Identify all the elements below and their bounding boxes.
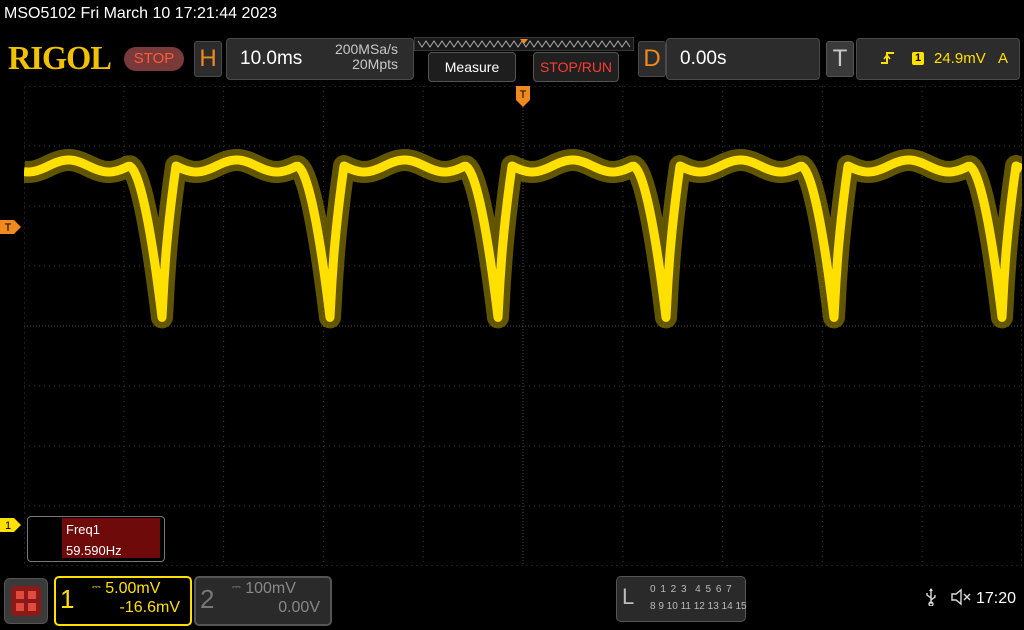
memory-depth: 20Mpts: [352, 56, 398, 72]
window-title: MSO5102 Fri March 10 17:21:44 2023: [4, 5, 278, 22]
channel1-marker-label: 1: [5, 520, 11, 532]
rising-edge-icon: [880, 50, 896, 69]
memory-timeline: [414, 37, 634, 51]
channel1-offset: -16.6mV: [119, 599, 180, 616]
main-menu-button[interactable]: [4, 578, 48, 624]
dc-coupling-icon: ⎓: [232, 581, 241, 593]
channel2-scale-group: ⎓ 100mV: [232, 580, 296, 598]
channel2-scale: 100mV: [245, 580, 296, 597]
trigger-level-marker[interactable]: T: [0, 220, 22, 234]
speaker-muted-icon[interactable]: [950, 588, 972, 611]
logic-analyzer-key: L: [622, 584, 635, 609]
delay-menu-key[interactable]: D: [638, 41, 666, 77]
measurement-name: Freq1: [66, 522, 100, 537]
acquisition-info: 200MSa/s 20Mpts: [310, 42, 398, 72]
rigol-logo: RIGOL: [8, 40, 112, 77]
trigger-menu-key[interactable]: T: [826, 41, 854, 77]
trigger-mode: A: [998, 50, 1009, 67]
stop-run-button[interactable]: STOP/RUN: [533, 52, 619, 82]
channel1-offset-marker[interactable]: 1: [0, 518, 22, 532]
time-scale: 10.0ms: [240, 48, 303, 69]
sample-rate: 200MSa/s: [334, 41, 398, 57]
measure-button[interactable]: Measure: [428, 52, 516, 82]
usb-icon: [924, 588, 938, 611]
channel2-offset: 0.00V: [278, 599, 320, 616]
grid-menu-icon: [11, 586, 41, 616]
delay-value: 0.00s: [680, 48, 727, 69]
channel1-number: 1: [60, 584, 75, 614]
channel1-scale-group: ⎓ 5.00mV: [92, 580, 160, 598]
digital-channels-low: 0 1 2 3 4 5 6 7: [650, 584, 733, 595]
digital-channels-high: 8 9 10 11 12 13 14 15: [650, 601, 747, 612]
logic-analyzer-panel[interactable]: [616, 576, 746, 622]
run-state-badge: STOP: [124, 47, 184, 71]
status-clock: 17:20: [976, 590, 1017, 607]
measurement-value: 59.590Hz: [66, 543, 122, 558]
trigger-level: 24.9mV: [934, 50, 986, 67]
channel2-number: 2: [200, 584, 215, 614]
trigger-position-marker[interactable]: T: [516, 86, 530, 108]
trigger-position-label: T: [520, 89, 527, 101]
trigger-level-label: T: [5, 222, 12, 234]
waveform-display[interactable]: [24, 86, 1022, 566]
channel1-scale: 5.00mV: [105, 580, 161, 597]
dc-coupling-icon: ⎓: [92, 581, 101, 593]
horizontal-menu-key[interactable]: H: [194, 41, 222, 77]
trigger-source-badge: 1: [912, 52, 924, 65]
